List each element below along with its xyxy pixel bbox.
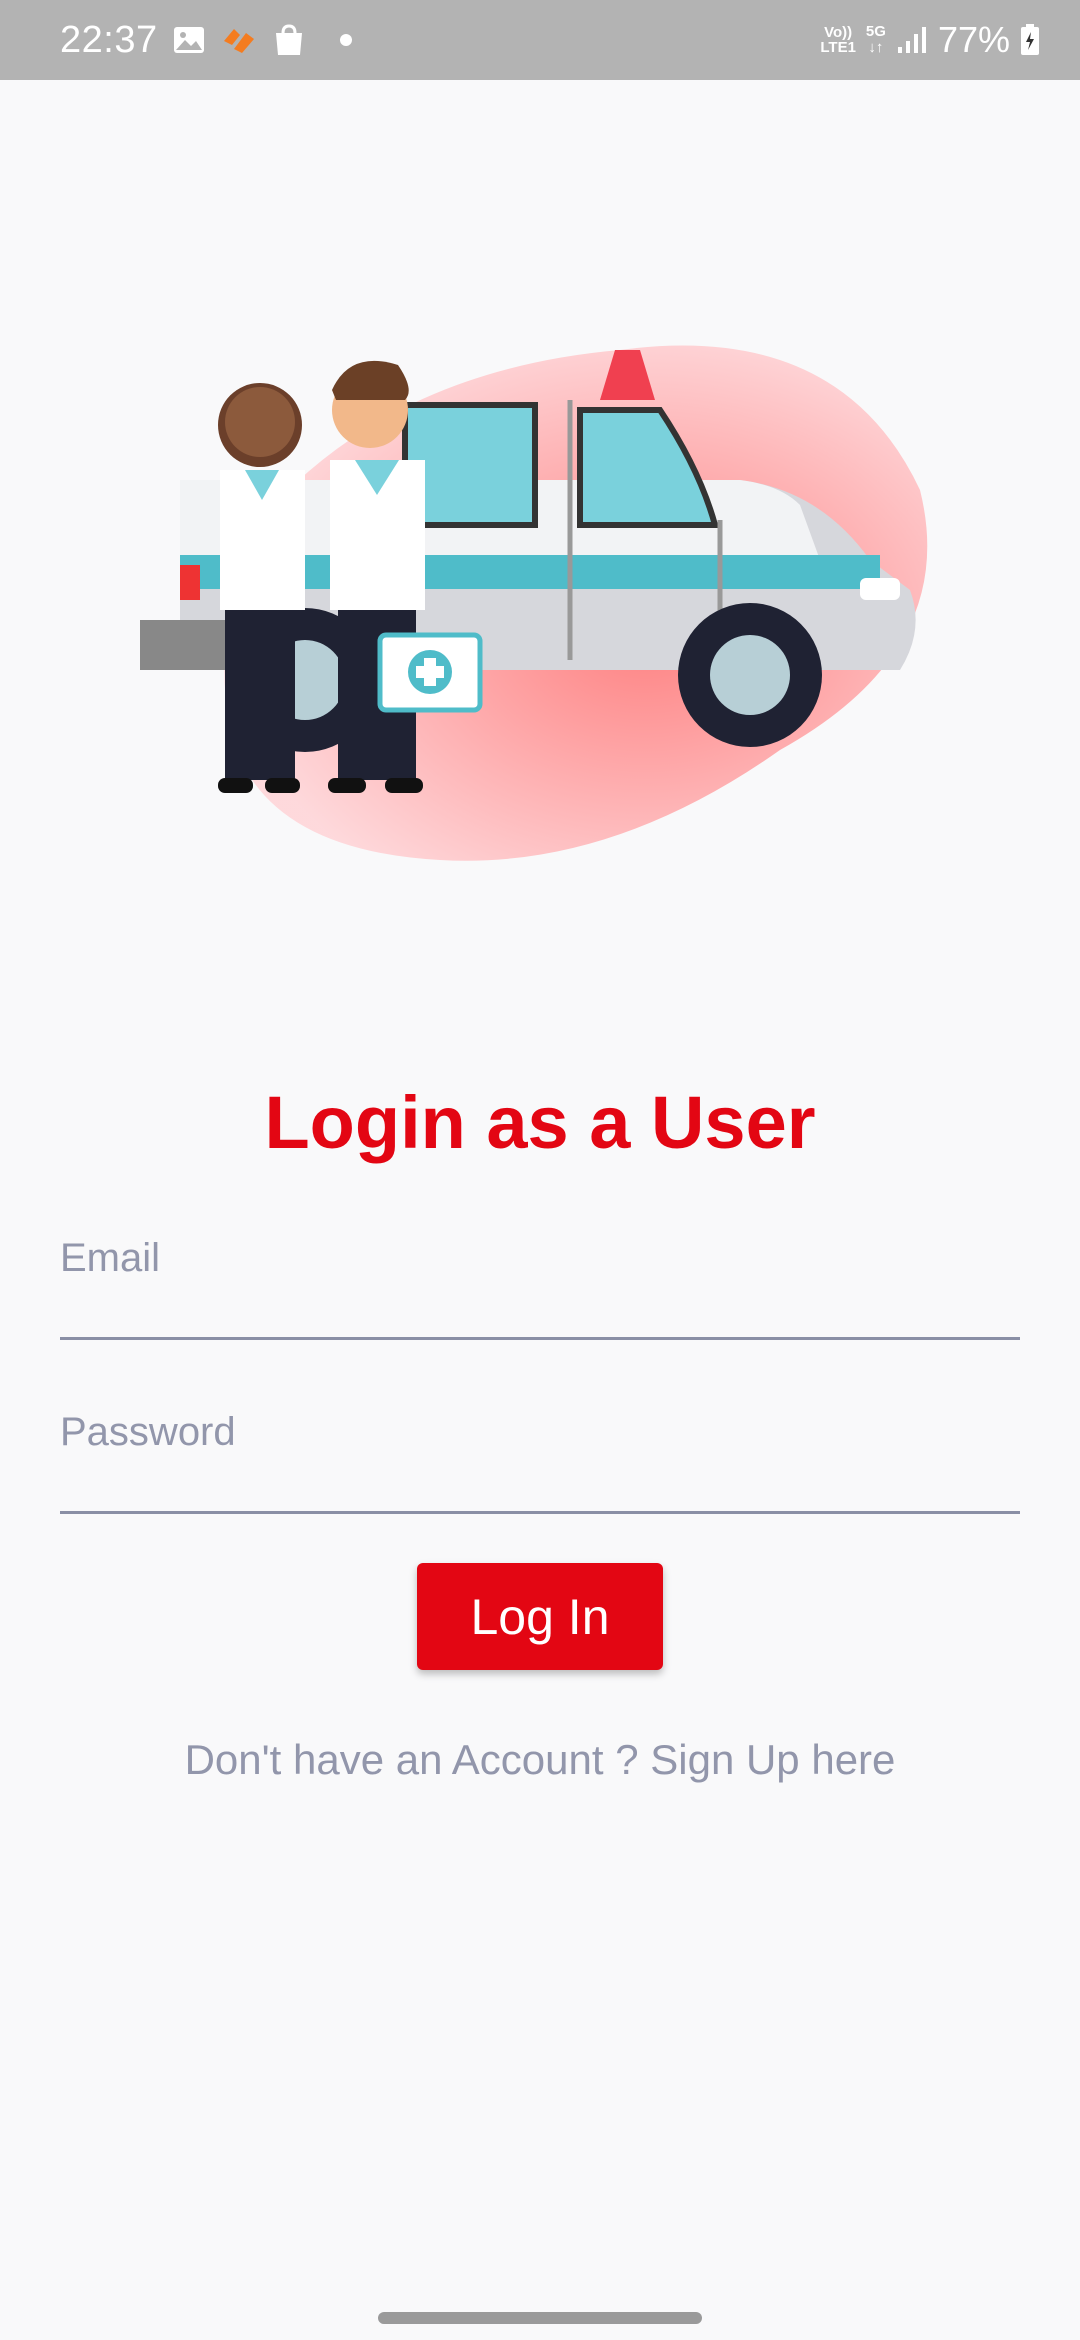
image-icon (172, 25, 206, 55)
battery-percent: 77% (937, 19, 1010, 60)
home-indicator[interactable] (378, 2312, 702, 2324)
status-bar-left: 22:37 (60, 19, 352, 62)
status-bar-right: Vo)) LTE1 5G ↓↑ 77% (820, 19, 1040, 61)
volte-label: Vo)) (824, 24, 853, 41)
page-title: Login as a User (264, 1081, 816, 1164)
network-5g-indicator: 5G ↓↑ (866, 24, 886, 56)
dot-icon (339, 34, 352, 46)
data-arrows-icon: ↓↑ (868, 39, 884, 56)
email-field[interactable] (60, 1230, 1020, 1340)
login-button[interactable]: Log In (417, 1563, 663, 1670)
orange-app-icon (220, 25, 258, 55)
shopping-bag-icon (272, 23, 306, 57)
volte-indicator: Vo)) LTE1 (820, 25, 856, 55)
password-field[interactable] (60, 1404, 1020, 1514)
signal-icon (896, 25, 928, 55)
password-input[interactable] (60, 1404, 1020, 1511)
signup-link[interactable]: Don't have an Account ? Sign Up here (0, 1736, 1080, 1784)
lte-label: LTE1 (820, 39, 856, 56)
clock: 22:37 (60, 18, 158, 61)
email-input[interactable] (60, 1230, 1020, 1337)
ambulance-illustration (140, 330, 940, 870)
network-5g-label: 5G (865, 23, 886, 40)
battery-charging-icon (1020, 24, 1040, 56)
status-bar: 22:37 Vo)) LTE1 5G ↓↑ 77% (0, 0, 1080, 80)
